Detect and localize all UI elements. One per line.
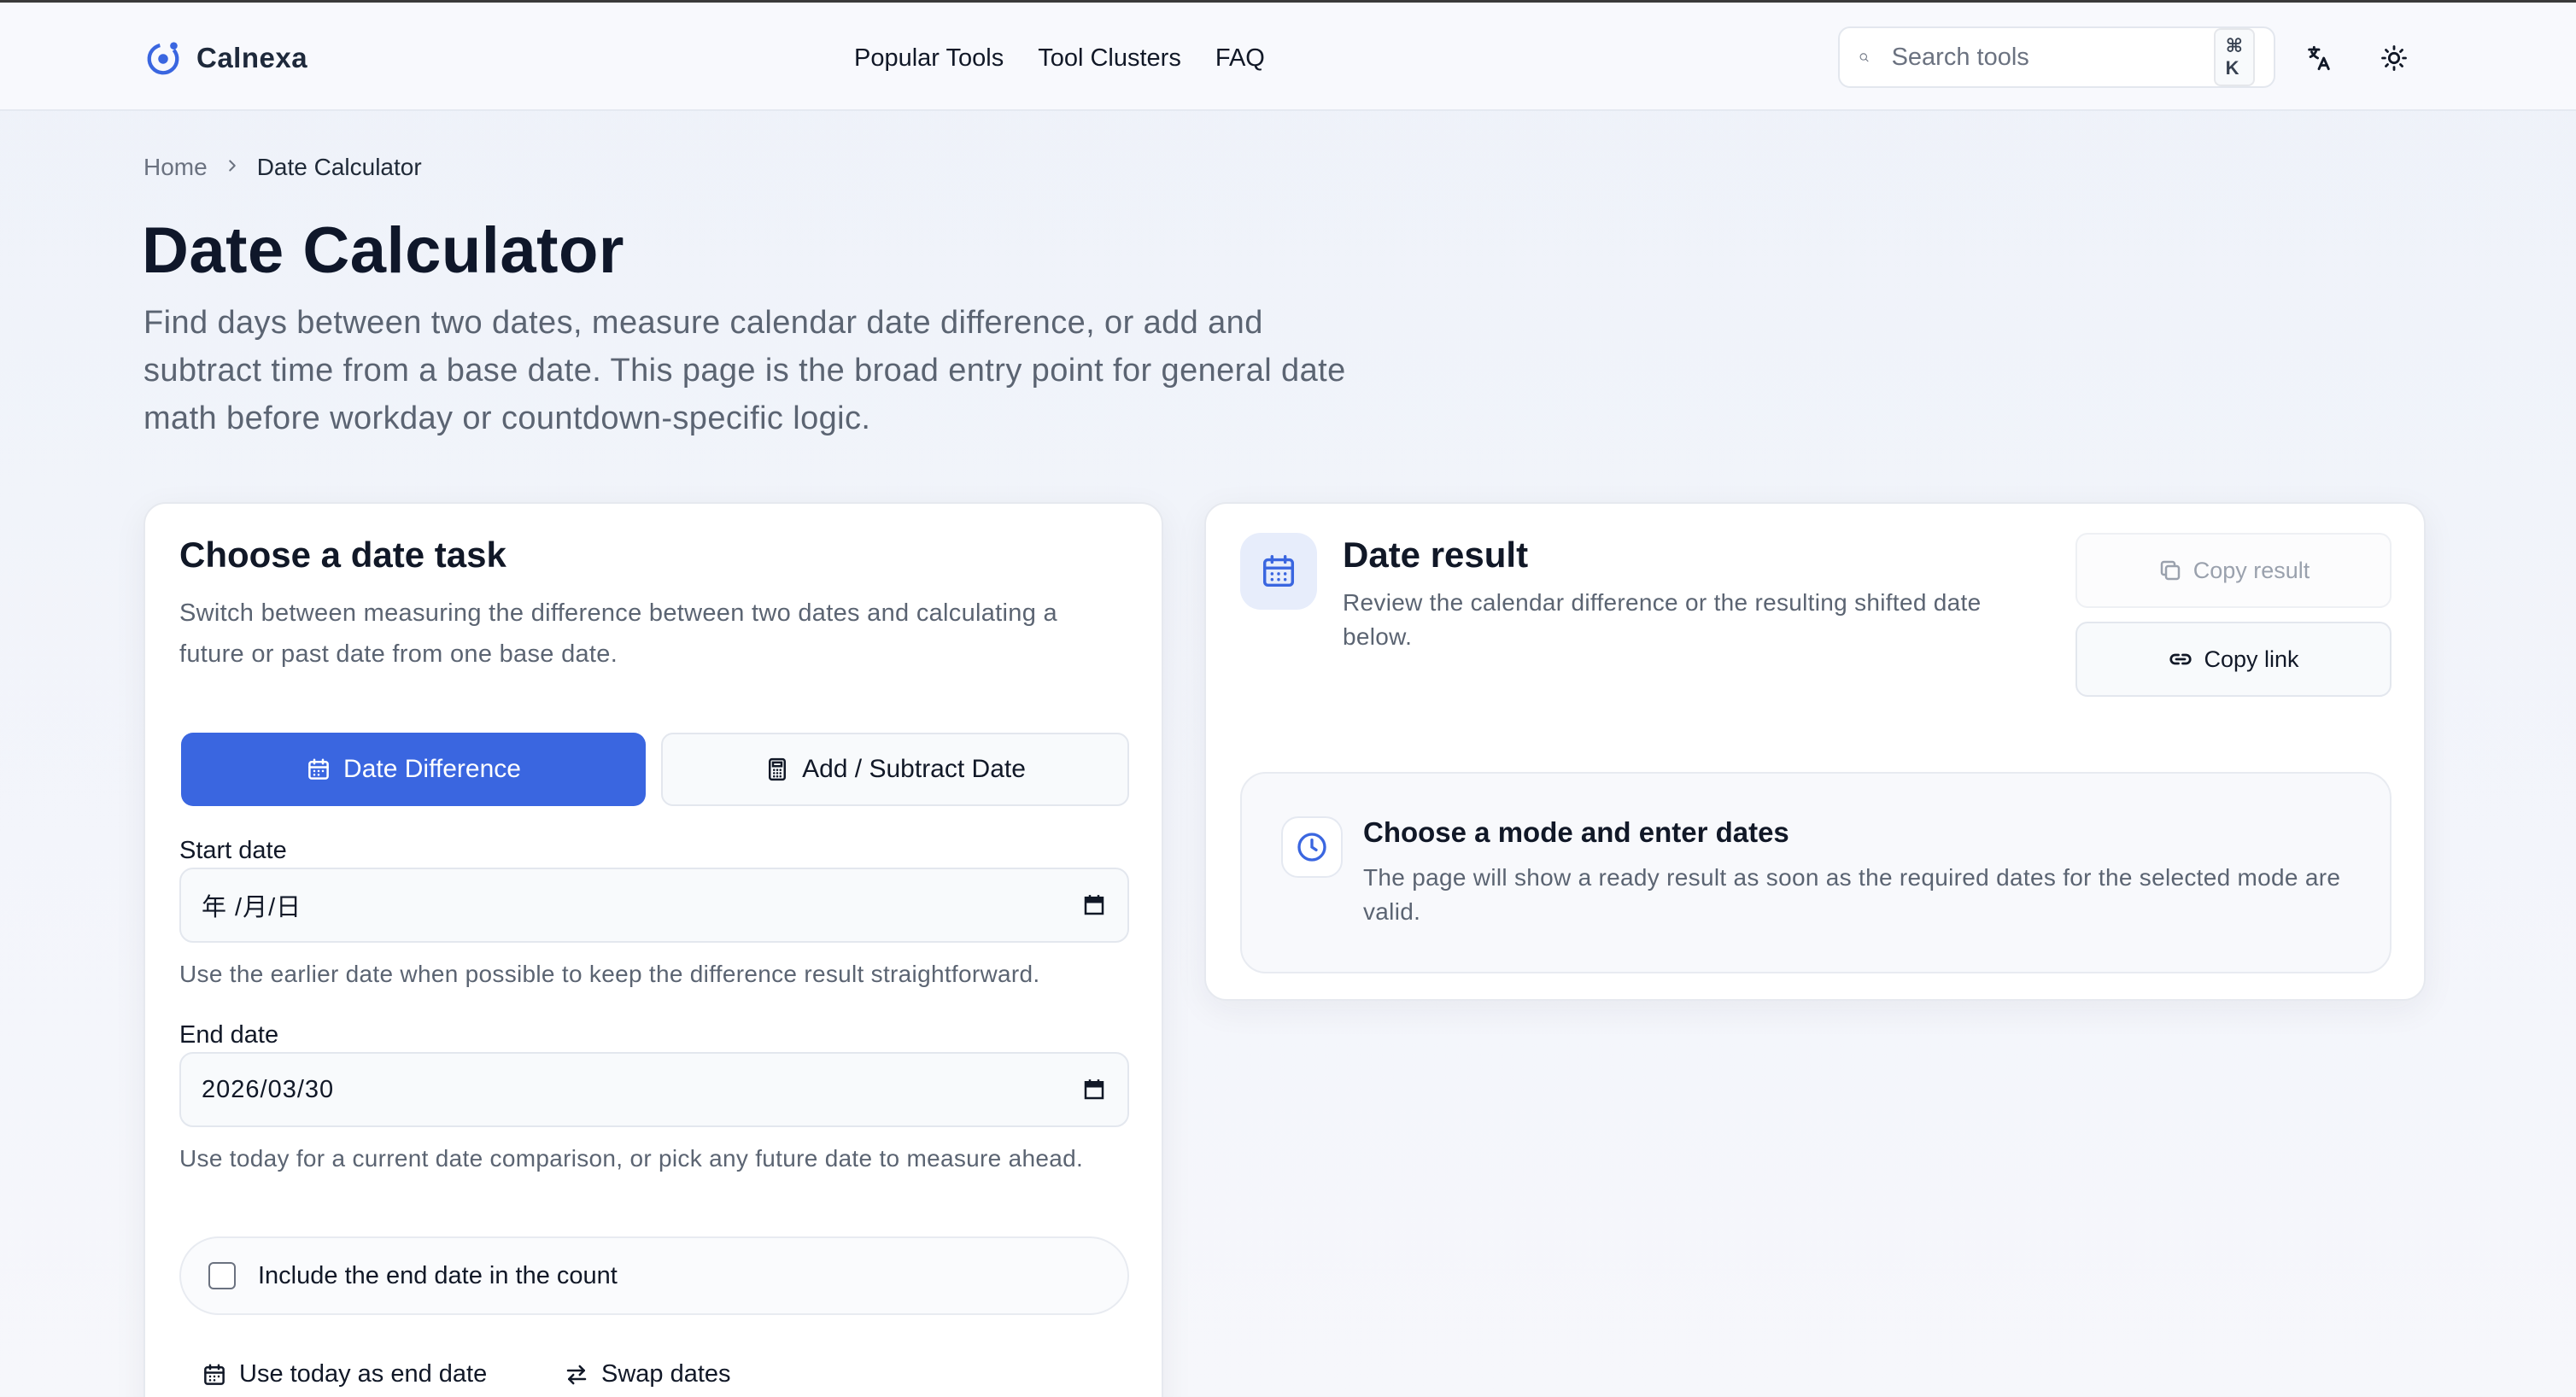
sun-icon (2381, 45, 2407, 71)
end-date-label: End date (179, 1021, 279, 1049)
page-description: Find days between two dates, measure cal… (143, 305, 1346, 436)
result-card-description: Review the calendar difference or the re… (1343, 589, 1982, 650)
date-task-card: Choose a date task Switch between measur… (143, 502, 1163, 1397)
calendar-icon (204, 1364, 225, 1385)
search-icon (1859, 53, 1869, 62)
calendar-picker-icon[interactable] (1081, 892, 1107, 918)
end-date-help: Use today for a current date comparison,… (179, 1145, 1084, 1172)
result-icon-tile (1240, 533, 1317, 610)
nav-faq[interactable]: FAQ (1215, 37, 1265, 79)
start-date-label: Start date (179, 837, 287, 864)
task-card-title: Choose a date task (179, 535, 506, 575)
end-date-value: 2026/03/30 (202, 1075, 335, 1103)
clock-icon-tile (1281, 816, 1343, 878)
calendar-icon (1262, 555, 1295, 587)
link-icon (2169, 653, 2193, 665)
calculator-icon (769, 757, 787, 781)
swap-icon (566, 1365, 587, 1384)
empty-state-title: Choose a mode and enter dates (1363, 816, 1789, 848)
language-button[interactable] (2298, 37, 2340, 79)
main-nav: Popular Tools Tool Clusters FAQ (854, 37, 1265, 79)
include-end-date-label: Include the end date in the count (258, 1261, 618, 1289)
copy-result-label: Copy result (2193, 557, 2310, 583)
result-empty-state: Choose a mode and enter dates The page w… (1240, 772, 2392, 973)
result-card-title: Date result (1343, 535, 1529, 575)
calendar-picker-icon[interactable] (1081, 1077, 1107, 1102)
breadcrumb-home-link[interactable]: Home (143, 154, 208, 181)
swap-dates-button[interactable]: Swap dates (564, 1360, 731, 1388)
breadcrumb-current: Date Calculator (256, 154, 422, 180)
calendar-icon (308, 758, 329, 780)
translate-icon (2308, 45, 2330, 71)
nav-tool-clusters[interactable]: Tool Clusters (1038, 37, 1181, 79)
start-date-value: 年 /月/日 (202, 894, 302, 921)
search-box[interactable]: ⌘ K (1838, 26, 2275, 88)
copy-link-button[interactable]: Copy link (2075, 622, 2392, 697)
mode-add-subtract-label: Add / Subtract Date (802, 755, 1026, 783)
breadcrumb: Home Date Calculator (143, 154, 422, 181)
brand-link[interactable]: Calnexa (143, 35, 307, 81)
copy-link-label: Copy link (2204, 646, 2299, 672)
search-input[interactable] (1891, 43, 2214, 72)
copy-result-button[interactable]: Copy result (2075, 533, 2392, 608)
page-title: Date Calculator (142, 214, 624, 287)
search-shortcut-badge: ⌘ K (2213, 28, 2255, 86)
include-end-date-checkbox[interactable] (208, 1262, 236, 1289)
swap-dates-label: Swap dates (601, 1360, 731, 1388)
end-date-input[interactable]: 2026/03/30 (179, 1052, 1129, 1127)
site-header: Calnexa Popular Tools Tool Clusters FAQ … (0, 3, 2576, 111)
start-date-help: Use the earlier date when possible to ke… (179, 961, 1040, 987)
nav-popular-tools[interactable]: Popular Tools (854, 37, 1004, 79)
task-card-description: Switch between measuring the difference … (179, 599, 1057, 668)
include-end-date-row[interactable]: Include the end date in the count (179, 1236, 1129, 1315)
clock-icon (1297, 833, 1326, 862)
empty-state-description: The page will show a ready result as soo… (1363, 864, 2341, 925)
date-result-card: Date result Review the calendar differen… (1204, 502, 2426, 1001)
mode-add-subtract-button[interactable]: Add / Subtract Date (661, 733, 1129, 806)
copy-icon (2160, 560, 2180, 581)
theme-toggle-button[interactable] (2373, 37, 2415, 79)
use-today-label: Use today as end date (239, 1360, 488, 1388)
chevron-right-icon (223, 154, 242, 181)
brand-logo-icon (147, 42, 179, 75)
brand-name: Calnexa (196, 42, 308, 73)
start-date-input[interactable]: 年 /月/日 (179, 868, 1129, 943)
use-today-button[interactable]: Use today as end date (202, 1360, 487, 1388)
mode-date-difference-button[interactable]: Date Difference (181, 733, 646, 806)
mode-date-difference-label: Date Difference (343, 755, 521, 783)
